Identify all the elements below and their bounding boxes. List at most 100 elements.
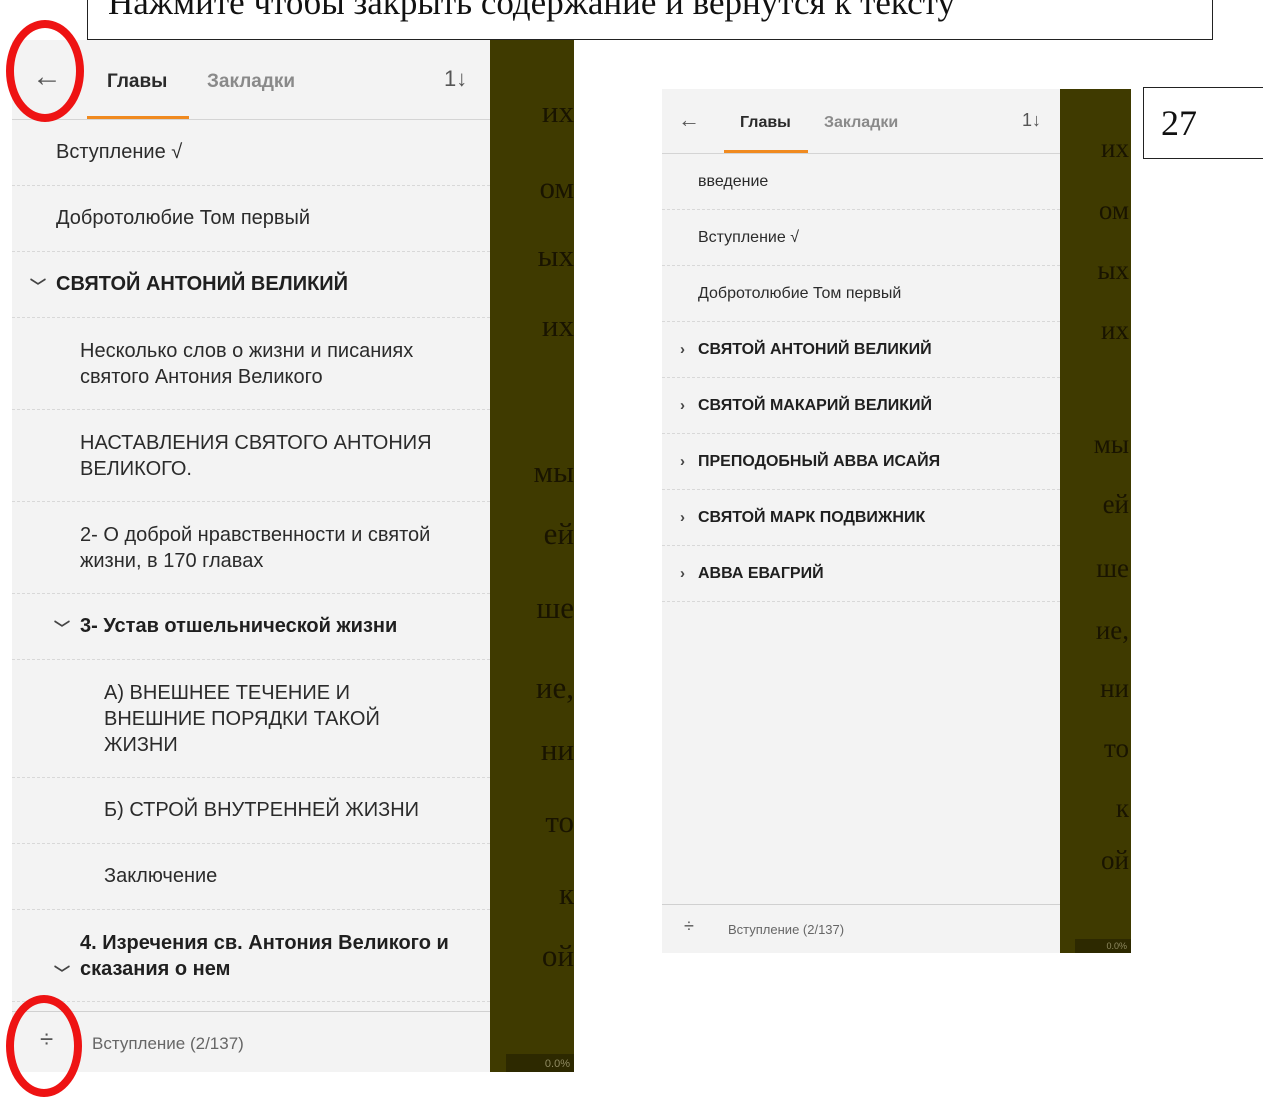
list-item-label: 3- Устав отшельнической жизни	[80, 615, 398, 637]
book-text-fragment: то	[1104, 733, 1129, 763]
chapter-list: введение Вступление √ Добротолюбие Том п…	[662, 154, 1060, 602]
book-text-fragment: их	[1101, 133, 1129, 163]
chevron-right-icon[interactable]: ›	[680, 341, 685, 358]
chevron-down-icon[interactable]: ﹀	[54, 615, 70, 639]
list-item[interactable]: Добротолюбие Том первый	[12, 186, 490, 252]
chapter-list: Вступление √ Добротолюбие Том первый ﹀ С…	[12, 120, 490, 1002]
list-item-label: А) ВНЕШНЕЕ ТЕЧЕНИЕ И ВНЕШНИЕ ПОРЯДКИ ТАК…	[104, 681, 380, 756]
sort-icon[interactable]: 1↓	[1022, 110, 1041, 131]
drawer-footer: ÷ Вступление (2/137)	[662, 904, 1060, 953]
collapse-all-icon[interactable]: ÷	[684, 916, 694, 937]
book-text-fragment: ей	[543, 516, 574, 551]
book-text-fragment: ни	[1100, 673, 1129, 703]
sort-icon[interactable]: 1↓	[444, 66, 467, 92]
list-item-expanded[interactable]: ﹀ 3- Устав отшельнической жизни	[12, 594, 490, 660]
list-item-label: Несколько слов о жизни и писаниях святог…	[80, 339, 414, 388]
book-text-fragment: ых	[1097, 255, 1129, 285]
list-item-label: Добротолюбие Том первый	[698, 284, 902, 302]
list-item-label: введение	[698, 172, 769, 190]
book-text-fragment: ой	[541, 938, 574, 973]
drawer-footer: ÷ Вступление (2/137)	[12, 1011, 490, 1072]
list-item-collapsed[interactable]: › СВЯТОЙ МАРК ПОДВИЖНИК	[662, 490, 1060, 546]
current-position: Вступление (2/137)	[92, 1034, 244, 1053]
highlight-circle	[6, 20, 84, 122]
book-text-fragment: их	[1101, 315, 1129, 345]
list-item-label: 2- О доброй нравственности и святой жизн…	[80, 523, 431, 572]
chevron-down-icon[interactable]: ﹀	[54, 962, 70, 988]
tab-bar: ← Главы Закладки 1↓	[12, 40, 490, 120]
tab-chapters[interactable]: Главы	[107, 71, 167, 93]
book-text-fragment: ни	[540, 732, 574, 767]
book-text-fragment: ие,	[535, 670, 574, 705]
chevron-down-icon[interactable]: ﹀	[30, 273, 46, 297]
active-tab-indicator	[87, 116, 189, 119]
book-text-fragment: ых	[537, 238, 574, 273]
book-text-fragment: к	[558, 876, 574, 911]
list-item[interactable]: Добротолюбие Том первый	[662, 266, 1060, 322]
progress-label: 0.0%	[1106, 941, 1127, 951]
chevron-right-icon[interactable]: ›	[680, 565, 685, 582]
chevron-right-icon[interactable]: ›	[680, 397, 685, 414]
list-item-label: Заключение	[104, 865, 218, 887]
list-item-collapsed[interactable]: › СВЯТОЙ МАКАРИЙ ВЕЛИКИЙ	[662, 378, 1060, 434]
list-item[interactable]: Вступление √	[12, 120, 490, 186]
book-text-fragment: то	[545, 804, 574, 839]
book-page: их ом ых их мы ей ше ие, ни то к ой 0.0%	[1060, 89, 1131, 953]
list-item-collapsed[interactable]: › СВЯТОЙ АНТОНИЙ ВЕЛИКИЙ	[662, 322, 1060, 378]
list-item[interactable]: НАСТАВЛЕНИЯ СВЯТОГО АНТОНИЯ ВЕЛИКОГО.	[12, 410, 490, 502]
book-text-fragment: мы	[1093, 429, 1129, 459]
list-item-label: СВЯТОЙ АНТОНИЙ ВЕЛИКИЙ	[698, 340, 932, 358]
tab-bookmarks[interactable]: Закладки	[207, 71, 295, 93]
list-item-label: ПРЕПОДОБНЫЙ АВВА ИСАЙЯ	[698, 452, 941, 470]
book-page: их ом ых их мы ей ше ие, ни то к ой 0.0%	[490, 40, 574, 1072]
list-item-collapsed[interactable]: › ПРЕПОДОБНЫЙ АВВА ИСАЙЯ	[662, 434, 1060, 490]
chevron-right-icon[interactable]: ›	[680, 509, 685, 526]
current-position: Вступление (2/137)	[728, 922, 845, 937]
contents-drawer: ← Главы Закладки 1↓ введение Вступление …	[662, 89, 1060, 953]
list-item[interactable]: Вступление √	[662, 210, 1060, 266]
list-item-label: Добротолюбие Том первый	[56, 207, 311, 229]
book-text-fragment: к	[1115, 793, 1129, 823]
list-item-label: АВВА ЕВАГРИЙ	[698, 564, 824, 582]
book-text-fragment: ше	[1096, 553, 1129, 583]
list-item-label: Вступление √	[698, 228, 799, 246]
chevron-right-icon[interactable]: ›	[680, 453, 685, 470]
list-item[interactable]: 2- О доброй нравственности и святой жизн…	[12, 502, 490, 594]
list-item-collapsed[interactable]: › АВВА ЕВАГРИЙ	[662, 546, 1060, 602]
contents-drawer: ← Главы Закладки 1↓ Вступление √ Доброто…	[12, 40, 490, 1072]
active-tab-indicator	[724, 150, 808, 153]
book-text-fragment: мы	[533, 454, 574, 489]
tab-chapters[interactable]: Главы	[740, 114, 791, 132]
list-item[interactable]: Несколько слов о жизни и писаниях святог…	[12, 318, 490, 410]
list-item[interactable]: Б) СТРОЙ ВНУТРЕННЕЙ ЖИЗНИ	[12, 778, 490, 844]
book-text-fragment: ше	[536, 590, 574, 625]
left-screenshot: их ом ых их мы ей ше ие, ни то к ой 0.0%…	[12, 40, 574, 1072]
tab-bar: ← Главы Закладки 1↓	[662, 89, 1060, 154]
list-item-label: Б) СТРОЙ ВНУТРЕННЕЙ ЖИЗНИ	[104, 799, 420, 821]
list-item-label: СВЯТОЙ МАРК ПОДВИЖНИК	[698, 508, 926, 526]
list-item-label: СВЯТОЙ МАКАРИЙ ВЕЛИКИЙ	[698, 396, 933, 414]
book-text-fragment: ей	[1102, 489, 1129, 519]
instruction-caption-text: Нажмите чтобы закрыть содержание и верну…	[108, 0, 955, 22]
list-item-label: СВЯТОЙ АНТОНИЙ ВЕЛИКИЙ	[56, 273, 349, 295]
book-text-fragment: ом	[1098, 195, 1129, 225]
list-item-expanded[interactable]: ﹀ 4. Изречения св. Антония Великого и ск…	[12, 910, 490, 1002]
book-text-fragment: ом	[539, 170, 574, 205]
list-item-label: Вступление √	[56, 141, 183, 163]
book-text-fragment: ие,	[1095, 615, 1129, 645]
list-item-label: НАСТАВЛЕНИЯ СВЯТОГО АНТОНИЯ ВЕЛИКОГО.	[80, 431, 432, 480]
right-screenshot: их ом ых их мы ей ше ие, ни то к ой 0.0%…	[662, 89, 1131, 953]
list-item-expanded[interactable]: ﹀ СВЯТОЙ АНТОНИЙ ВЕЛИКИЙ	[12, 252, 490, 318]
book-text-fragment: их	[541, 94, 574, 129]
page-number-box: 27	[1143, 87, 1263, 159]
list-item[interactable]: А) ВНЕШНЕЕ ТЕЧЕНИЕ И ВНЕШНИЕ ПОРЯДКИ ТАК…	[12, 660, 490, 778]
tab-bookmarks[interactable]: Закладки	[824, 114, 898, 132]
book-text-fragment: их	[541, 308, 574, 343]
list-item[interactable]: введение	[662, 154, 1060, 210]
list-item[interactable]: Заключение	[12, 844, 490, 910]
back-arrow-icon[interactable]: ←	[678, 107, 700, 133]
instruction-caption: Нажмите чтобы закрыть содержание и верну…	[87, 0, 1213, 40]
book-text-fragment: ой	[1101, 845, 1129, 875]
highlight-circle	[6, 995, 82, 1097]
page-number: 27	[1161, 103, 1197, 143]
